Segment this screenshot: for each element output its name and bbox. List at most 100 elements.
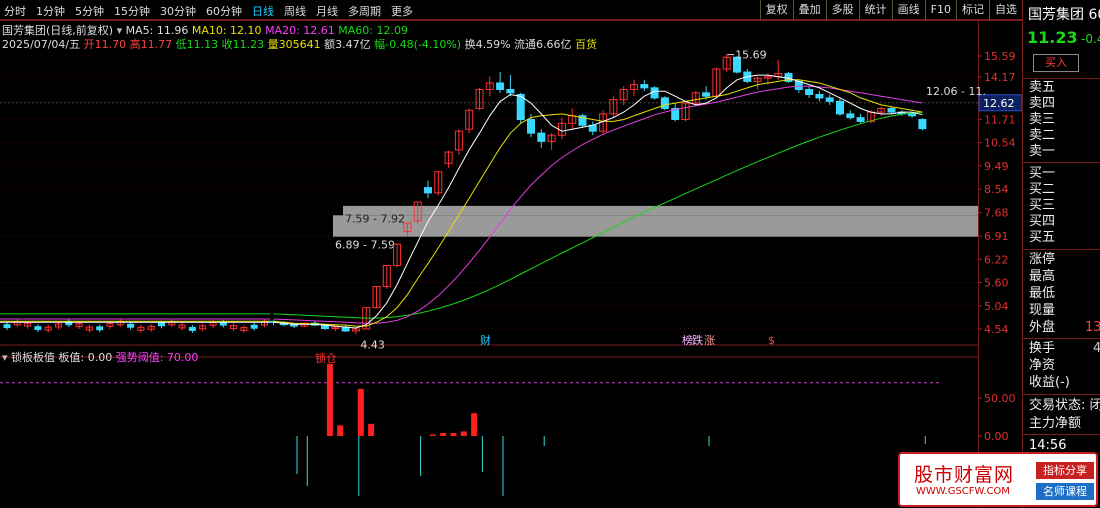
- indicator-bar-7: [460, 431, 467, 436]
- candle-body: [527, 119, 535, 134]
- price-tick-12: 4.54: [984, 323, 1009, 336]
- indicator-panel: 锁仓: [0, 351, 940, 496]
- tool-buttons: 复权 叠加 多股 统计 画线 F10 标记 自选: [759, 0, 1022, 20]
- stat2-row-2: 收益(-): [1029, 375, 1070, 390]
- indicator-bar-2: [357, 388, 364, 436]
- buy-level-2: 买三: [1029, 198, 1056, 213]
- range-label: 6.89 - 7.59: [335, 239, 395, 252]
- period-tab-9[interactable]: 多周期: [348, 3, 381, 19]
- tool-button-6[interactable]: 标记: [956, 0, 989, 20]
- price-tick-6: 8.54: [984, 183, 1009, 196]
- candle-body: [815, 94, 824, 99]
- turnover-value: 4: [1093, 341, 1100, 357]
- candle-body: [496, 82, 505, 90]
- panel-divider: [1023, 162, 1100, 163]
- indicator-marker: 锁仓: [315, 351, 337, 365]
- buy-level-1: 买二: [1029, 182, 1056, 197]
- indicator-bar-0: [326, 363, 333, 436]
- candle-body: [188, 327, 196, 331]
- period-tab-0[interactable]: 分时: [4, 3, 26, 19]
- indicator-bar-8: [471, 413, 478, 436]
- tool-button-2[interactable]: 多股: [825, 0, 859, 20]
- candle-body: [290, 324, 299, 327]
- price-tick-1: 14.17: [984, 71, 1016, 84]
- candle-body: [127, 323, 135, 328]
- period-tab-2[interactable]: 5分钟: [75, 3, 104, 19]
- period-tab-6[interactable]: 日线: [252, 3, 274, 19]
- period-tab-1[interactable]: 1分钟: [36, 3, 65, 19]
- tool-button-5[interactable]: F10: [924, 0, 956, 20]
- period-tab-4[interactable]: 30分钟: [160, 3, 196, 19]
- trade-status: 交易状态: 闭: [1029, 398, 1100, 413]
- price-tick-4: 10.54: [984, 137, 1016, 150]
- price-tick-0: 15.59: [984, 50, 1016, 63]
- candle-body: [887, 107, 896, 113]
- panel-divider: [1023, 78, 1100, 79]
- main-flow-label: 主力净额: [1029, 416, 1082, 431]
- indicator-value: 板值: 0.00: [58, 351, 113, 364]
- candle-body: [836, 100, 844, 115]
- candle-body: [158, 322, 165, 327]
- kline-chart[interactable]: 15.59 14.17 12.62 11.71 10.54 9.49 8.54 7.68 6.9…: [0, 20, 1022, 508]
- sell-level-1: 卖四: [1029, 96, 1056, 111]
- panel-change: -0.4: [1081, 32, 1100, 46]
- period-tab-8[interactable]: 月线: [316, 3, 338, 19]
- period-tab-5[interactable]: 60分钟: [206, 3, 242, 19]
- candle-body: [825, 97, 834, 102]
- event-marker-2: 跌: [692, 333, 703, 347]
- period-tab-7[interactable]: 周线: [284, 3, 306, 19]
- price-range-bands: 7.59 - 7.92 6.89 - 7.59: [333, 205, 978, 252]
- stat-row-2: 最低: [1029, 286, 1056, 301]
- tool-button-0[interactable]: 复权: [759, 0, 793, 20]
- peak-label: 15.69: [735, 49, 767, 62]
- indicator-bar-1: [337, 425, 344, 436]
- chevron-down-icon[interactable]: ▾: [2, 351, 8, 364]
- buy-level-4: 买五: [1029, 230, 1056, 245]
- candle-body: [702, 92, 711, 97]
- sell-level-2: 卖三: [1029, 112, 1056, 127]
- stat-row-0: 涨停: [1029, 252, 1056, 267]
- panel-divider: [1023, 394, 1100, 395]
- tool-button-3[interactable]: 统计: [858, 0, 892, 20]
- candle-body: [96, 326, 104, 331]
- stat2-row-1: 净资: [1029, 358, 1056, 373]
- top-toolbar: 分时 1分钟 5分钟 15分钟 30分钟 60分钟 日线 周线 月线 多周期 更多 复权 叠加 多股 统计…: [0, 0, 1022, 20]
- event-marker-0: 财: [480, 333, 491, 347]
- ma-lines: [0, 74, 923, 329]
- price-tick-5: 9.49: [984, 160, 1009, 173]
- candle-body: [908, 113, 917, 117]
- stat-row-1: 最高: [1029, 269, 1056, 284]
- period-tab-3[interactable]: 15分钟: [114, 3, 150, 19]
- candle-body: [424, 187, 432, 194]
- panel-time: 14:56: [1029, 438, 1067, 453]
- candle-body: [34, 326, 42, 331]
- panel-divider: [1023, 434, 1100, 435]
- panel-price: 11.23: [1027, 28, 1078, 47]
- indicator-tick-0: 50.00: [984, 392, 1016, 405]
- candle-body: [805, 88, 814, 96]
- indicator-name: 锁板板值: [11, 351, 56, 364]
- stat-row-3: 现量: [1029, 303, 1056, 318]
- watermark-url: WWW.GSCFW.COM: [916, 486, 1010, 497]
- quote-panel: 国芳集团 60 11.23 -0.4 买入 卖五卖四卖三卖二卖一买一买二买三买四…: [1022, 0, 1100, 508]
- watermark-tag-share[interactable]: 指标分享: [1036, 462, 1094, 479]
- tool-button-4[interactable]: 画线: [891, 0, 925, 20]
- candle-body: [537, 132, 546, 142]
- indicator-bar-4: [429, 434, 436, 436]
- tool-button-7[interactable]: 自选: [989, 0, 1022, 20]
- watermark-tag-course[interactable]: 名师课程: [1036, 483, 1094, 500]
- sell-level-0: 卖五: [1029, 80, 1056, 95]
- ma-range-label: 12.06 - 11.: [926, 85, 986, 98]
- candle-body: [3, 324, 11, 329]
- buy-button[interactable]: 买入: [1033, 54, 1079, 72]
- indicator-title: ▾ 锁板板值 板值: 0.00 强势阈值: 70.00: [2, 349, 198, 365]
- price-tick-10: 5.60: [984, 277, 1009, 290]
- indicator-bar-6: [450, 432, 457, 436]
- range-band: [343, 205, 978, 216]
- period-tab-10[interactable]: 更多: [391, 3, 413, 19]
- price-tick-11: 5.04: [984, 300, 1009, 313]
- price-tick-3: 11.71: [984, 113, 1016, 126]
- ma10-line: [273, 79, 923, 327]
- tool-button-1[interactable]: 叠加: [792, 0, 826, 20]
- current-price-label: 12.62: [983, 97, 1015, 110]
